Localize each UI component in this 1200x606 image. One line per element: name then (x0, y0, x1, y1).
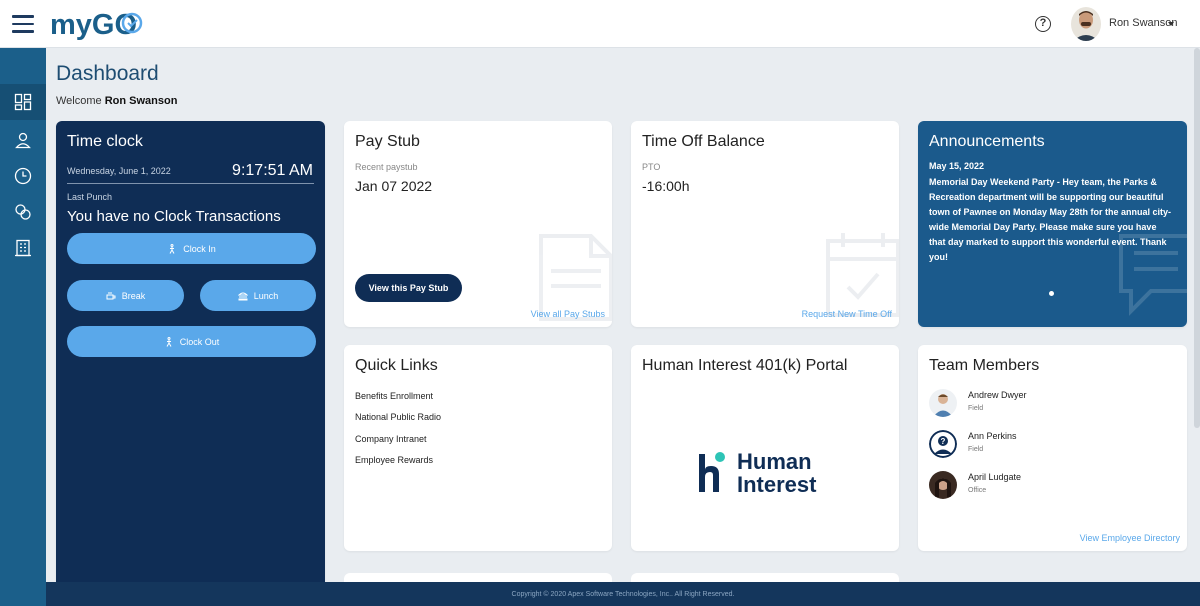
lunch-button[interactable]: Lunch (200, 280, 316, 311)
burger-icon (238, 291, 248, 301)
member-name: Ann Perkins (968, 431, 1017, 441)
page-title: Dashboard (56, 62, 159, 86)
current-date: Wednesday, June 1, 2022 (67, 166, 171, 176)
member-name: Andrew Dwyer (968, 390, 1027, 400)
logo-line-1: Human (737, 450, 812, 474)
benefits-icon (14, 203, 32, 221)
quick-link-employee-rewards[interactable]: Employee Rewards (355, 455, 433, 465)
member-role: Office (968, 487, 986, 494)
team-member-row[interactable]: Andrew Dwyer Field (929, 387, 1169, 419)
view-employee-directory-link[interactable]: View Employee Directory (1080, 533, 1180, 543)
person-icon (14, 131, 32, 149)
current-time: 9:17:51 AM (232, 162, 313, 180)
menu-icon[interactable] (12, 15, 34, 33)
sidebar-item-dashboard[interactable] (0, 84, 46, 120)
avatar-placeholder-icon: ? (929, 430, 957, 458)
time-off-card: Time Off Balance PTO -16:00h Request New… (631, 121, 899, 327)
quick-link-npr[interactable]: National Public Radio (355, 412, 441, 422)
recent-paystub-label: Recent paystub (355, 162, 418, 172)
document-watermark-icon (536, 231, 612, 321)
member-role: Field (968, 446, 983, 453)
announcement-text: Memorial Day Weekend Party - Hey team, t… (929, 175, 1174, 265)
pto-label: PTO (642, 162, 660, 172)
team-members-card: Team Members Andrew Dwyer Field ? Ann Pe… (918, 345, 1187, 551)
team-members-title: Team Members (929, 357, 1039, 375)
calendar-watermark-icon (823, 229, 899, 319)
user-avatar[interactable] (1071, 7, 1101, 41)
mygo-logo[interactable]: myGO (50, 5, 150, 43)
sidebar (0, 48, 46, 606)
walking-person-icon (167, 244, 177, 254)
sidebar-item-benefits[interactable] (0, 194, 46, 230)
team-member-row[interactable]: April Ludgate Office (929, 469, 1169, 501)
pay-stub-title: Pay Stub (355, 133, 420, 151)
announcement-date: May 15, 2022 (929, 161, 984, 171)
break-label: Break (122, 291, 146, 301)
welcome-name: Ron Swanson (105, 95, 178, 107)
welcome-label: Welcome (56, 95, 102, 107)
sidebar-item-profile[interactable] (0, 122, 46, 158)
walking-person-icon (164, 337, 174, 347)
last-punch-label: Last Punch (67, 192, 112, 202)
clock-in-label: Clock In (183, 244, 216, 254)
pay-stub-card: Pay Stub Recent paystub Jan 07 2022 View… (344, 121, 612, 327)
scrollbar[interactable] (1194, 48, 1200, 428)
footer: Copyright © 2020 Apex Software Technolog… (46, 582, 1200, 606)
human-interest-logo[interactable]: Human Interest (697, 450, 837, 494)
clock-in-button[interactable]: Clock In (67, 233, 316, 264)
member-name: April Ludgate (968, 472, 1021, 482)
last-punch-value: You have no Clock Transactions (67, 208, 281, 225)
avatar (929, 471, 957, 499)
lunch-label: Lunch (254, 291, 279, 301)
member-role: Field (968, 405, 983, 412)
pto-balance: -16:00h (642, 178, 689, 194)
recent-paystub-date: Jan 07 2022 (355, 178, 432, 194)
sidebar-item-time[interactable] (0, 158, 46, 194)
portal-card[interactable]: Human Interest 401(k) Portal Human Inter… (631, 345, 899, 551)
announcements-card: Announcements May 15, 2022 Memorial Day … (918, 121, 1187, 327)
quick-links-title: Quick Links (355, 357, 438, 375)
divider (67, 183, 314, 184)
coffee-icon (106, 291, 116, 301)
clock-out-label: Clock Out (180, 337, 220, 347)
time-off-title: Time Off Balance (642, 133, 765, 151)
clock-icon (14, 167, 32, 185)
request-time-off-link[interactable]: Request New Time Off (802, 309, 892, 319)
announcements-title: Announcements (929, 133, 1045, 151)
welcome-message: Welcome Ron Swanson (56, 95, 177, 107)
quick-link-benefits-enrollment[interactable]: Benefits Enrollment (355, 391, 433, 401)
clock-out-button[interactable]: Clock Out (67, 326, 316, 357)
portal-title: Human Interest 401(k) Portal (642, 357, 847, 375)
help-icon[interactable]: ? (1035, 16, 1051, 32)
chevron-down-icon[interactable] (1168, 22, 1174, 26)
carousel-dot[interactable] (1049, 291, 1054, 296)
dashboard-icon (14, 93, 32, 111)
time-clock-title: Time clock (67, 133, 143, 151)
svg-text:?: ? (941, 437, 946, 446)
quick-link-company-intranet[interactable]: Company Intranet (355, 434, 427, 444)
sidebar-item-company[interactable] (0, 230, 46, 266)
building-icon (14, 239, 32, 257)
copyright-text: Copyright © 2020 Apex Software Technolog… (512, 591, 735, 598)
view-pay-stub-button[interactable]: View this Pay Stub (355, 274, 462, 302)
logo-line-2: Interest (737, 472, 817, 494)
break-button[interactable]: Break (67, 280, 184, 311)
avatar (929, 389, 957, 417)
team-member-row[interactable]: ? Ann Perkins Field (929, 428, 1169, 460)
quick-links-card: Quick Links Benefits Enrollment National… (344, 345, 612, 551)
time-clock-card: Time clock Wednesday, June 1, 2022 9:17:… (56, 121, 325, 591)
view-all-pay-stubs-link[interactable]: View all Pay Stubs (531, 309, 605, 319)
top-bar: myGO ? Ron Swanson (0, 0, 1200, 48)
